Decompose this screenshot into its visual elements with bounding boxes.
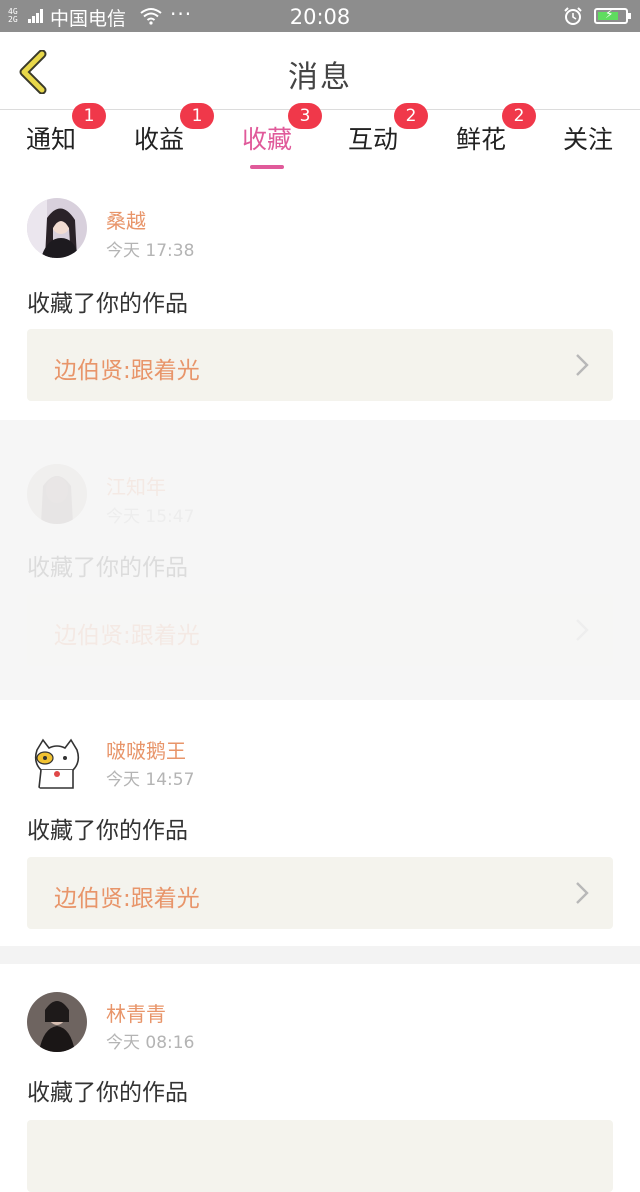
chevron-right-icon [576, 354, 589, 376]
unread-badge: 1 [180, 103, 215, 129]
chevron-right-icon [576, 619, 589, 641]
tab-notifications[interactable]: 通知 1 [26, 103, 107, 156]
status-bar: 4G 2G 中国电信 ··· 20:08 ⚡ [0, 0, 640, 32]
unread-badge: 3 [288, 103, 323, 129]
work-link[interactable] [27, 1120, 613, 1192]
tab-label: 关注 [563, 125, 614, 154]
message-time: 今天 17:38 [106, 241, 195, 261]
tab-flowers[interactable]: 鲜花 2 [456, 103, 537, 156]
tab-label: 收藏 [242, 125, 293, 154]
tab-label: 收益 [134, 125, 185, 154]
user-name[interactable]: 林青青 [106, 998, 166, 1027]
tab-label: 互动 [348, 125, 399, 154]
work-title: 边伯贤:跟着光 [54, 886, 200, 912]
unread-badge: 2 [394, 103, 429, 129]
tab-label: 鲜花 [456, 125, 507, 154]
message-time: 今天 14:57 [106, 770, 195, 790]
tab-follows[interactable]: 关注 [563, 120, 613, 156]
work-link[interactable]: 边伯贤:跟着光 [27, 594, 613, 666]
user-name[interactable]: 江知年 [106, 471, 166, 500]
list-item: 江知年 今天 15:47 收藏了你的作品 边伯贤:跟着光 [0, 420, 640, 700]
unread-badge: 1 [72, 103, 107, 129]
message-text: 收藏了你的作品 [27, 818, 188, 844]
avatar[interactable] [27, 464, 87, 524]
chevron-right-icon [576, 882, 589, 904]
list-item: 啵啵鹅王 今天 14:57 收藏了你的作品 边伯贤:跟着光 [0, 702, 640, 966]
tab-interactions[interactable]: 互动 2 [348, 103, 429, 156]
list-divider [0, 946, 640, 964]
list-item: 桑越 今天 17:38 收藏了你的作品 边伯贤:跟着光 [0, 174, 640, 438]
avatar[interactable] [27, 198, 87, 258]
status-time: 20:08 [289, 5, 351, 29]
message-text: 收藏了你的作品 [27, 555, 188, 581]
message-text: 收藏了你的作品 [27, 291, 188, 317]
work-title: 边伯贤:跟着光 [54, 358, 200, 384]
message-text: 收藏了你的作品 [27, 1080, 188, 1106]
message-time: 今天 15:47 [106, 507, 195, 527]
work-title: 边伯贤:跟着光 [54, 623, 200, 649]
tab-earnings[interactable]: 收益 1 [134, 103, 215, 156]
work-link[interactable]: 边伯贤:跟着光 [27, 329, 613, 401]
page-title: 消息 [288, 60, 352, 95]
message-time: 今天 08:16 [106, 1033, 195, 1053]
work-link[interactable]: 边伯贤:跟着光 [27, 857, 613, 929]
battery-charging-icon: ⚡ [594, 7, 631, 24]
nav-bar: 消息 [0, 32, 640, 110]
user-name[interactable]: 啵啵鹅王 [106, 735, 186, 764]
active-tab-indicator [250, 165, 285, 169]
tab-label: 通知 [26, 125, 77, 154]
user-name[interactable]: 桑越 [106, 205, 146, 234]
unread-badge: 2 [502, 103, 537, 129]
list-item: 林青青 今天 08:16 收藏了你的作品 [0, 964, 640, 1192]
tab-favorites[interactable]: 收藏 3 [242, 103, 323, 169]
alarm-clock-icon [564, 7, 582, 25]
avatar[interactable] [27, 734, 87, 794]
avatar[interactable] [27, 992, 87, 1052]
tab-bar: 通知 1 收益 1 收藏 3 互动 2 鲜花 2 关注 [0, 103, 640, 169]
